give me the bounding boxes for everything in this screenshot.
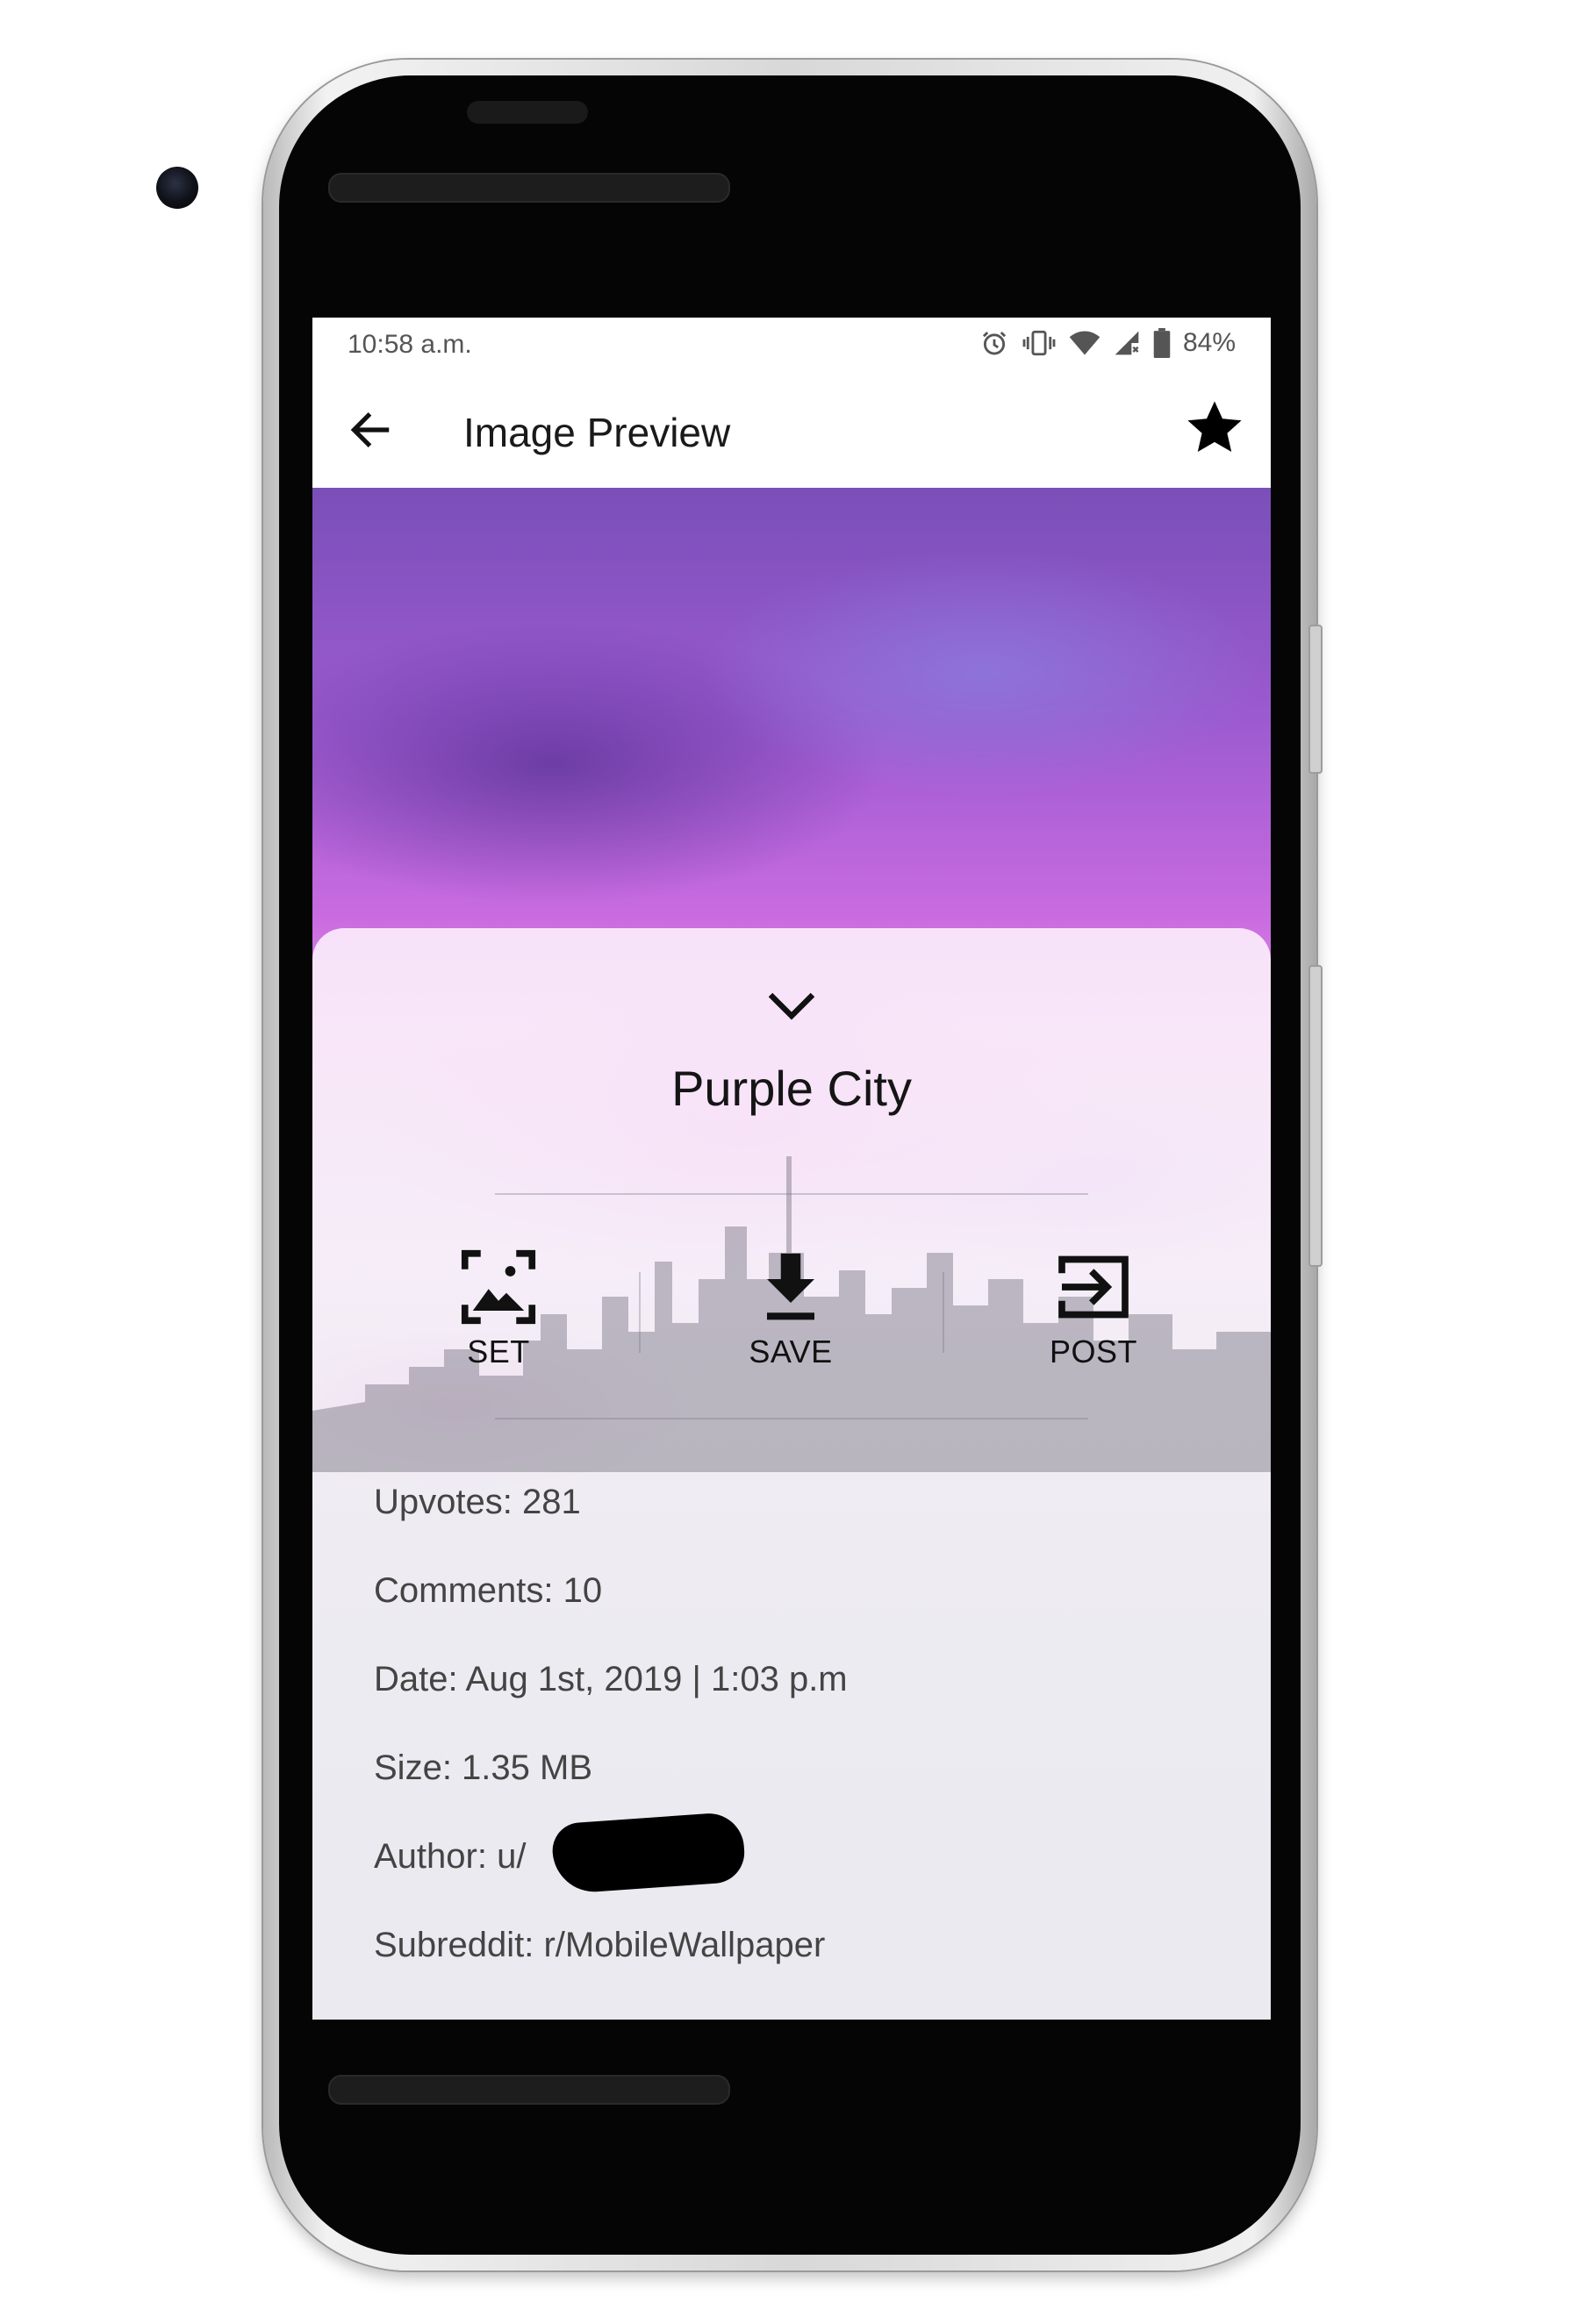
set-wallpaper-icon: [461, 1249, 536, 1325]
separator: [943, 1272, 944, 1353]
power-button: [1308, 965, 1323, 1267]
set-button[interactable]: SET: [402, 1248, 595, 1379]
author-text[interactable]: Author: u/: [374, 1837, 526, 1877]
bottom-speaker: [328, 2075, 730, 2105]
upvotes-text: Upvotes: 281: [374, 1483, 581, 1521]
arrow-left-icon[interactable]: [346, 405, 395, 454]
wallpaper-title: Purple City: [671, 1061, 912, 1116]
status-icons: 84%: [979, 328, 1236, 358]
redaction-mark: [550, 1811, 747, 1895]
signal-icon: [1115, 331, 1139, 355]
size-text: Size: 1.35 MB: [374, 1748, 593, 1787]
battery-percent: 84%: [1182, 328, 1236, 357]
post-label: POST: [1049, 1334, 1137, 1369]
divider: [495, 1418, 1088, 1419]
separator: [639, 1272, 641, 1353]
status-bar: 10:58 a.m. 84%: [312, 318, 1271, 370]
chevron-down-icon[interactable]: [765, 986, 818, 1025]
set-label: SET: [467, 1334, 530, 1369]
vibrate-icon: [1022, 330, 1056, 356]
details-sheet: Purple City SET SAVE POST Upvotes: 281 C…: [312, 928, 1271, 2020]
front-camera: [156, 167, 198, 209]
top-sensor: [467, 101, 588, 124]
divider: [495, 1193, 1088, 1195]
star-icon[interactable]: [1183, 397, 1246, 460]
status-time: 10:58 a.m.: [348, 330, 472, 359]
subreddit-text[interactable]: Subreddit: r/MobileWallpaper: [374, 1926, 825, 1965]
earpiece-speaker: [328, 173, 730, 203]
phone-screen: 10:58 a.m. 84% Image Preview Purple City…: [312, 318, 1271, 2020]
alarm-icon: [982, 331, 1006, 355]
comments-text: Comments: 10: [374, 1571, 603, 1610]
save-label: SAVE: [749, 1334, 833, 1369]
save-button[interactable]: SAVE: [694, 1248, 887, 1379]
volume-button: [1308, 625, 1323, 774]
post-button[interactable]: POST: [997, 1248, 1190, 1379]
date-text: Date: Aug 1st, 2019 | 1:03 p.m: [374, 1660, 848, 1698]
app-bar: Image Preview: [312, 370, 1271, 488]
page-title: Image Preview: [463, 410, 731, 455]
battery-icon: [1153, 328, 1171, 358]
wifi-icon: [1069, 331, 1100, 355]
exit-arrow-icon: [1058, 1255, 1129, 1319]
download-icon: [767, 1253, 814, 1320]
